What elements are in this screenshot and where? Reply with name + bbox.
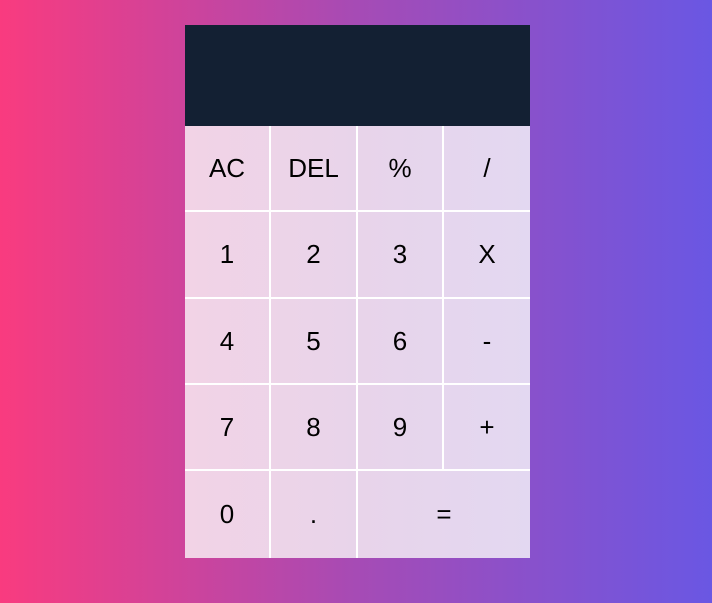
keypad: AC DEL % / 1 2 3 X 4 5 6 - 7 8 9 + 0 . = [185, 126, 530, 558]
digit-7-button[interactable]: 7 [185, 385, 271, 471]
digit-4-button[interactable]: 4 [185, 299, 271, 385]
multiply-button[interactable]: X [444, 212, 530, 299]
digit-6-button[interactable]: 6 [358, 299, 444, 385]
digit-2-button[interactable]: 2 [271, 212, 358, 299]
delete-button[interactable]: DEL [271, 126, 358, 212]
divide-button[interactable]: / [444, 126, 530, 212]
digit-9-button[interactable]: 9 [358, 385, 444, 471]
equals-button[interactable]: = [358, 471, 530, 558]
clear-button[interactable]: AC [185, 126, 271, 212]
digit-5-button[interactable]: 5 [271, 299, 358, 385]
calculator-display [185, 25, 530, 126]
calculator: AC DEL % / 1 2 3 X 4 5 6 - 7 8 9 + 0 . = [185, 25, 530, 558]
digit-8-button[interactable]: 8 [271, 385, 358, 471]
add-button[interactable]: + [444, 385, 530, 471]
decimal-button[interactable]: . [271, 471, 358, 558]
digit-3-button[interactable]: 3 [358, 212, 444, 299]
digit-1-button[interactable]: 1 [185, 212, 271, 299]
digit-0-button[interactable]: 0 [185, 471, 271, 558]
subtract-button[interactable]: - [444, 299, 530, 385]
percent-button[interactable]: % [358, 126, 444, 212]
